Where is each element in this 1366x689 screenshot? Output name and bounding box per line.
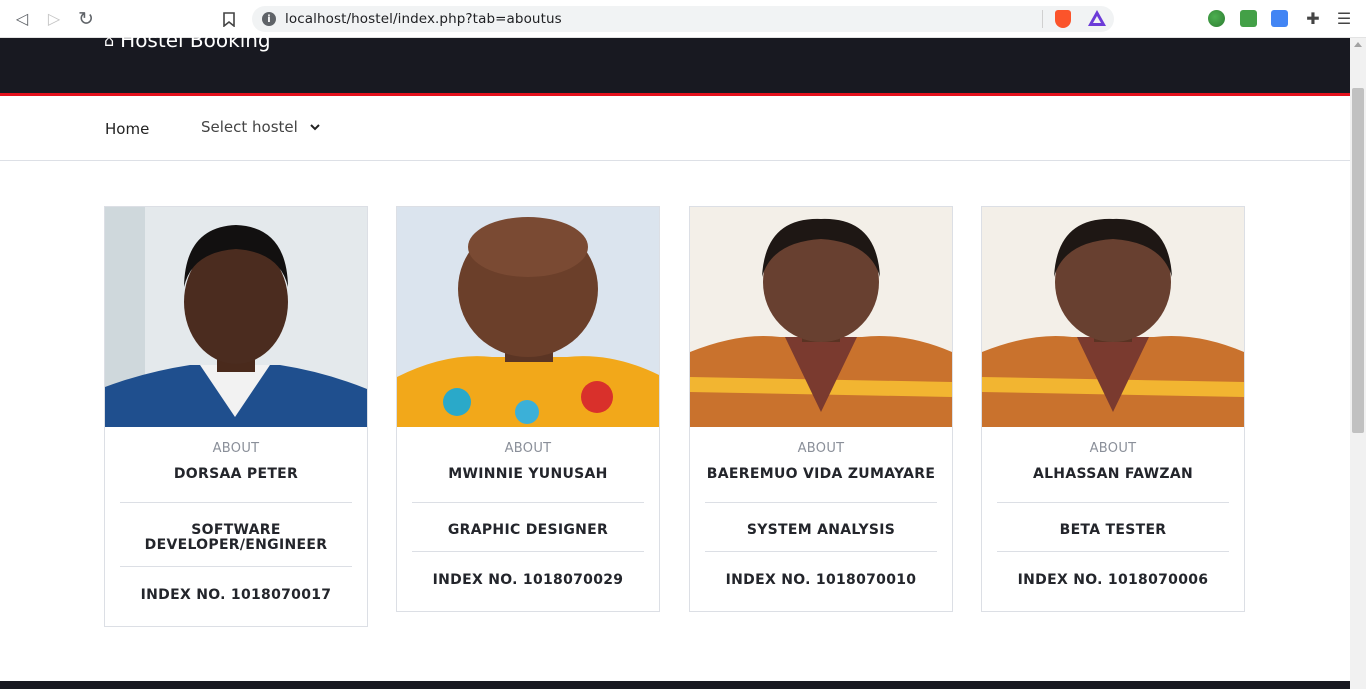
team-card: ABOUT MWINNIE YUNUSAH GRAPHIC DESIGNER I… bbox=[396, 206, 660, 612]
site-info-icon[interactable]: i bbox=[262, 12, 276, 26]
team-photo bbox=[397, 207, 659, 427]
brand-link[interactable]: ⌂ Hostel Booking bbox=[104, 28, 271, 52]
page-scrollbar[interactable] bbox=[1350, 38, 1366, 689]
browser-menu-button[interactable]: ☰ bbox=[1333, 8, 1355, 30]
team-card: ABOUT ALHASSAN FAWZAN BETA TESTER INDEX … bbox=[981, 206, 1245, 612]
home-icon: ⌂ bbox=[104, 30, 115, 50]
bookmark-icon bbox=[223, 11, 235, 27]
menu-icon: ☰ bbox=[1336, 11, 1352, 28]
reload-icon: ↻ bbox=[78, 8, 94, 30]
about-label: ABOUT bbox=[504, 441, 552, 456]
back-button[interactable]: ◁ bbox=[11, 8, 33, 30]
member-index: INDEX NO. 1018070006 bbox=[1017, 572, 1209, 588]
member-name: BAEREMUO VIDA ZUMAYARE bbox=[705, 466, 937, 503]
forward-icon: ▷ bbox=[47, 11, 61, 28]
member-role: SOFTWARE DEVELOPER/ENGINEER bbox=[120, 503, 352, 567]
puzzle-icon: ✚ bbox=[1306, 11, 1320, 28]
member-index: INDEX NO. 1018070017 bbox=[140, 587, 332, 603]
back-icon: ◁ bbox=[15, 11, 29, 28]
site-footer bbox=[0, 681, 1350, 689]
member-name: DORSAA PETER bbox=[120, 466, 352, 503]
team-card: ABOUT BAEREMUO VIDA ZUMAYARE SYSTEM ANAL… bbox=[689, 206, 953, 612]
brave-rewards-icon[interactable] bbox=[1088, 10, 1106, 26]
main-nav: Home Select hostel bbox=[0, 99, 1350, 161]
about-label: ABOUT bbox=[797, 441, 845, 456]
extension-globe-icon[interactable] bbox=[1208, 10, 1225, 27]
about-label: ABOUT bbox=[1089, 441, 1137, 456]
team-photo bbox=[982, 207, 1244, 427]
scroll-up-arrow-icon[interactable] bbox=[1354, 42, 1362, 47]
member-role: GRAPHIC DESIGNER bbox=[412, 503, 644, 552]
member-role: BETA TESTER bbox=[997, 503, 1229, 552]
member-name: ALHASSAN FAWZAN bbox=[997, 466, 1229, 503]
extensions-button[interactable]: ✚ bbox=[1302, 8, 1324, 30]
member-index: INDEX NO. 1018070010 bbox=[725, 572, 917, 588]
member-role: SYSTEM ANALYSIS bbox=[705, 503, 937, 552]
team-photo bbox=[690, 207, 952, 427]
brand-title: Hostel Booking bbox=[120, 28, 271, 52]
brave-shields-icon[interactable] bbox=[1055, 10, 1071, 28]
extension-sheets-icon[interactable] bbox=[1240, 10, 1257, 27]
reload-button[interactable]: ↻ bbox=[75, 8, 97, 30]
team-card: ABOUT DORSAA PETER SOFTWARE DEVELOPER/EN… bbox=[104, 206, 368, 627]
url-text[interactable]: localhost/hostel/index.php?tab=aboutus bbox=[285, 11, 562, 27]
bookmark-button[interactable] bbox=[218, 8, 240, 30]
about-label: ABOUT bbox=[212, 441, 260, 456]
chevron-down-icon bbox=[310, 123, 320, 130]
extension-translate-icon[interactable] bbox=[1271, 10, 1288, 27]
address-bar[interactable]: i localhost/hostel/index.php?tab=aboutus bbox=[252, 6, 1114, 32]
omnibox-divider bbox=[1042, 10, 1043, 28]
hostel-select[interactable]: Select hostel bbox=[201, 118, 320, 136]
forward-button[interactable]: ▷ bbox=[43, 8, 65, 30]
site-header: ⌂ Hostel Booking bbox=[0, 28, 1350, 96]
hostel-select-label: Select hostel bbox=[201, 118, 298, 136]
member-name: MWINNIE YUNUSAH bbox=[412, 466, 644, 503]
scrollbar-thumb[interactable] bbox=[1352, 88, 1364, 433]
team-photo bbox=[105, 207, 367, 427]
member-index: INDEX NO. 1018070029 bbox=[432, 572, 624, 588]
nav-home-link[interactable]: Home bbox=[105, 120, 149, 138]
